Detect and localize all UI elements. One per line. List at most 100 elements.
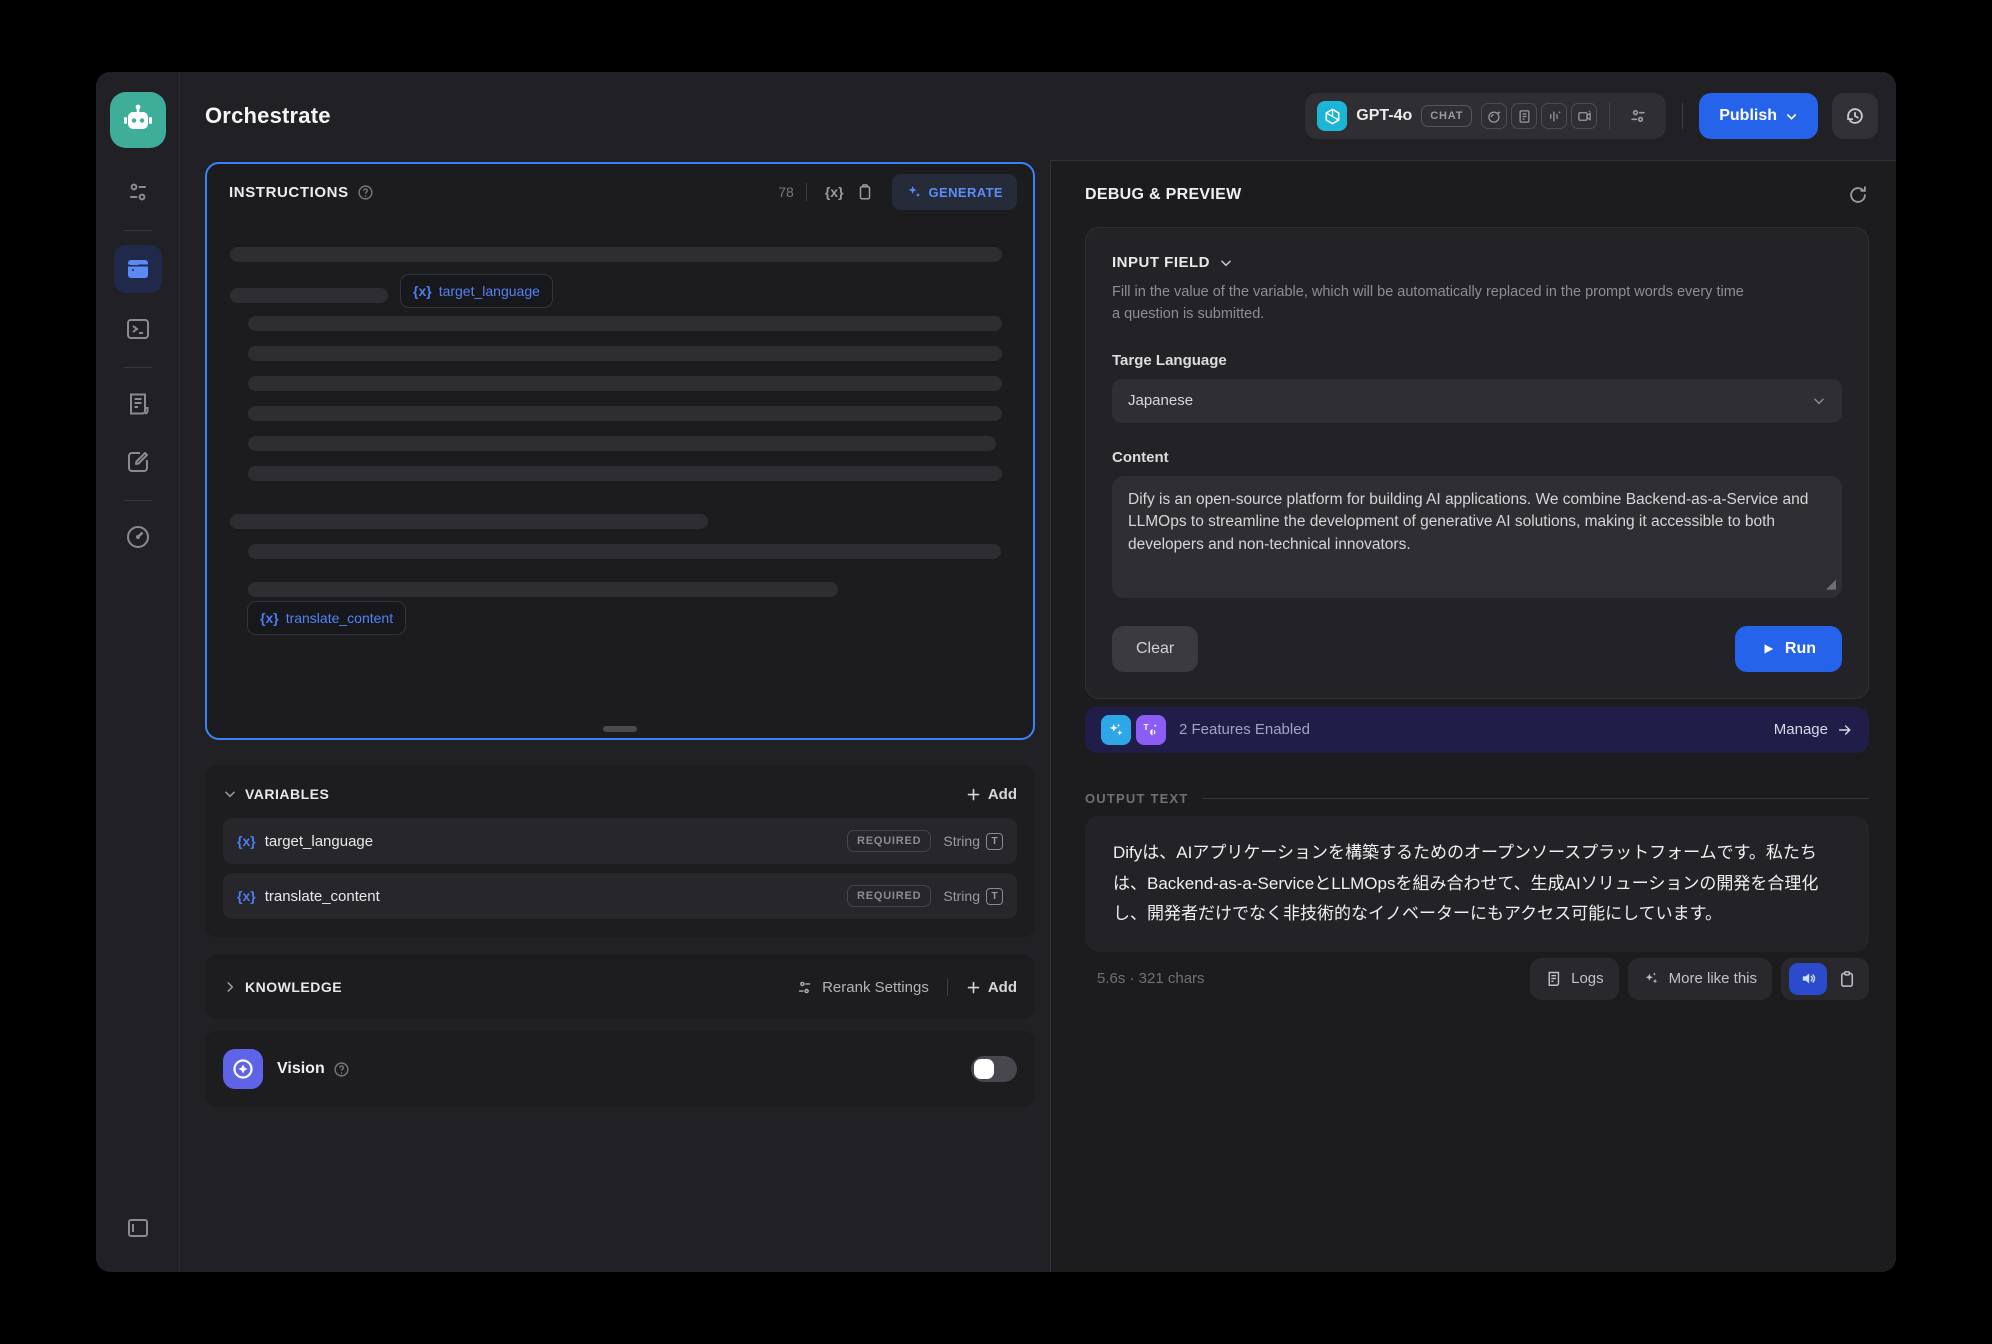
add-knowledge-button[interactable]: Add xyxy=(966,979,1017,996)
document-capability-icon xyxy=(1511,103,1537,129)
clipboard-icon xyxy=(1838,970,1856,988)
variable-chip-target-language[interactable]: {x} target_language xyxy=(400,274,553,308)
copy-output-button[interactable] xyxy=(1833,970,1861,988)
sidebar-item-monitoring[interactable] xyxy=(114,515,162,559)
run-button[interactable]: Run xyxy=(1735,626,1842,672)
instructions-title: INSTRUCTIONS xyxy=(229,184,349,201)
features-enabled-label: 2 Features Enabled xyxy=(1179,721,1310,738)
chat-mode-badge: CHAT xyxy=(1421,105,1472,127)
variable-row-target-language[interactable]: {x} target_language REQUIRED String T xyxy=(223,818,1017,864)
header-divider xyxy=(1682,103,1683,129)
prompt-skeleton-line xyxy=(248,406,1002,421)
insert-variable-icon[interactable]: {x} xyxy=(825,184,844,200)
audio-actions xyxy=(1781,958,1869,1000)
app-window-icon xyxy=(125,256,151,282)
plus-icon xyxy=(966,980,981,995)
video-capability-icon xyxy=(1571,103,1597,129)
text-to-speech-feature-icon: T xyxy=(1136,715,1166,745)
collapse-sidebar-icon[interactable] xyxy=(114,1206,162,1250)
sparkles-icon xyxy=(1643,970,1660,987)
variables-title: VARIABLES xyxy=(245,786,329,802)
play-icon xyxy=(1761,642,1775,656)
output-text: Difyは、AIアプリケーションを構築するためのオープンソースプラットフォームで… xyxy=(1113,838,1841,930)
arrow-right-icon xyxy=(1837,722,1853,738)
help-icon[interactable] xyxy=(333,1061,350,1078)
speaker-icon xyxy=(1800,970,1817,987)
manage-features-button[interactable]: Manage xyxy=(1774,721,1853,738)
chevron-down-icon[interactable] xyxy=(223,787,237,801)
content-textarea[interactable]: Dify is an open-source platform for buil… xyxy=(1112,476,1842,598)
page-title: Orchestrate xyxy=(205,103,331,129)
svg-text:T: T xyxy=(1144,723,1149,732)
sparkles-icon xyxy=(906,184,922,200)
chevron-right-icon[interactable] xyxy=(223,980,237,994)
add-variable-button[interactable]: Add xyxy=(966,786,1017,803)
string-type-icon: T xyxy=(986,833,1003,850)
prompt-skeleton-line xyxy=(248,346,1002,361)
generate-feature-icon xyxy=(1101,715,1131,745)
variables-section: VARIABLES Add {x} target_language REQUIR… xyxy=(205,765,1035,937)
sidebar-item-terminal[interactable] xyxy=(114,307,162,351)
variable-chip-translate-content[interactable]: {x} translate_content xyxy=(247,601,406,635)
variable-token: {x} xyxy=(237,833,256,849)
version-history-button[interactable] xyxy=(1832,93,1878,139)
model-name: GPT-4o xyxy=(1356,107,1412,125)
rerank-settings-button[interactable]: Rerank Settings xyxy=(796,979,929,996)
prompt-skeleton-line xyxy=(248,466,1002,481)
restart-icon[interactable] xyxy=(1847,184,1869,206)
app-header: Orchestrate GPT-4o CHAT xyxy=(180,72,1896,160)
input-field-header[interactable]: INPUT FIELD xyxy=(1112,254,1842,271)
vision-toggle[interactable] xyxy=(971,1056,1017,1082)
publish-button[interactable]: Publish xyxy=(1699,93,1818,139)
orchestrate-column: INSTRUCTIONS 78 {x} GENERA xyxy=(180,160,1050,1272)
output-meta: 5.6s · 321 chars xyxy=(1097,970,1205,987)
prompt-skeleton-line xyxy=(230,247,1002,262)
input-field-card: INPUT FIELD Fill in the value of the var… xyxy=(1085,227,1869,699)
prompt-skeleton-line xyxy=(248,544,1001,559)
sidebar-divider xyxy=(124,367,152,368)
prompt-skeleton-line xyxy=(230,288,388,303)
input-field-description: Fill in the value of the variable, which… xyxy=(1112,281,1752,326)
features-bar[interactable]: T 2 Features Enabled Manage xyxy=(1085,707,1869,753)
knowledge-title: KNOWLEDGE xyxy=(245,979,342,995)
model-selector[interactable]: GPT-4o CHAT xyxy=(1305,93,1666,139)
robot-icon xyxy=(120,102,156,138)
more-like-this-button[interactable]: More like this xyxy=(1628,958,1772,1000)
debug-preview-panel: DEBUG & PREVIEW INPUT FIELD Fill in xyxy=(1050,160,1896,1272)
copy-icon[interactable] xyxy=(856,183,874,201)
history-icon xyxy=(1844,105,1866,127)
resize-handle-icon[interactable]: ◢ xyxy=(1826,575,1836,594)
instructions-panel[interactable]: INSTRUCTIONS 78 {x} GENERA xyxy=(205,162,1035,740)
variable-row-translate-content[interactable]: {x} translate_content REQUIRED String T xyxy=(223,873,1017,919)
required-badge: REQUIRED xyxy=(847,885,931,907)
panel-resize-handle[interactable] xyxy=(603,726,637,732)
chevron-down-icon xyxy=(1812,394,1826,408)
logs-button[interactable]: Logs xyxy=(1530,958,1619,1000)
knowledge-section: KNOWLEDGE Rerank Settings Add xyxy=(205,955,1035,1019)
output-text-label: OUTPUT TEXT xyxy=(1085,791,1188,806)
debug-title: DEBUG & PREVIEW xyxy=(1085,186,1242,204)
clear-button[interactable]: Clear xyxy=(1112,626,1198,672)
string-type-icon: T xyxy=(986,888,1003,905)
generate-button[interactable]: GENERATE xyxy=(892,174,1017,210)
model-parameters-icon[interactable] xyxy=(1628,106,1648,126)
speaker-button[interactable] xyxy=(1789,963,1827,995)
openai-logo xyxy=(1317,101,1347,131)
vision-feature-icon xyxy=(223,1049,263,1089)
output-card: Difyは、AIアプリケーションを構築するためのオープンソースプラットフォームで… xyxy=(1085,816,1869,952)
sidebar-item-annotation[interactable] xyxy=(114,440,162,484)
sidebar-item-orchestrate[interactable] xyxy=(114,245,162,293)
sidebar-divider xyxy=(124,500,152,501)
sliders-icon xyxy=(796,979,813,996)
sidebar-item-logs[interactable] xyxy=(114,382,162,426)
app-logo[interactable] xyxy=(110,92,166,148)
model-settings-icon[interactable] xyxy=(114,170,162,214)
sidebar-divider xyxy=(124,230,152,231)
vision-capability-icon xyxy=(1481,103,1507,129)
vision-section: Vision xyxy=(205,1031,1035,1107)
prompt-skeleton-line xyxy=(248,436,996,451)
target-language-select[interactable]: Japanese xyxy=(1112,379,1842,423)
help-icon[interactable] xyxy=(357,184,374,201)
chevron-down-icon xyxy=(1785,110,1798,123)
audio-capability-icon xyxy=(1541,103,1567,129)
